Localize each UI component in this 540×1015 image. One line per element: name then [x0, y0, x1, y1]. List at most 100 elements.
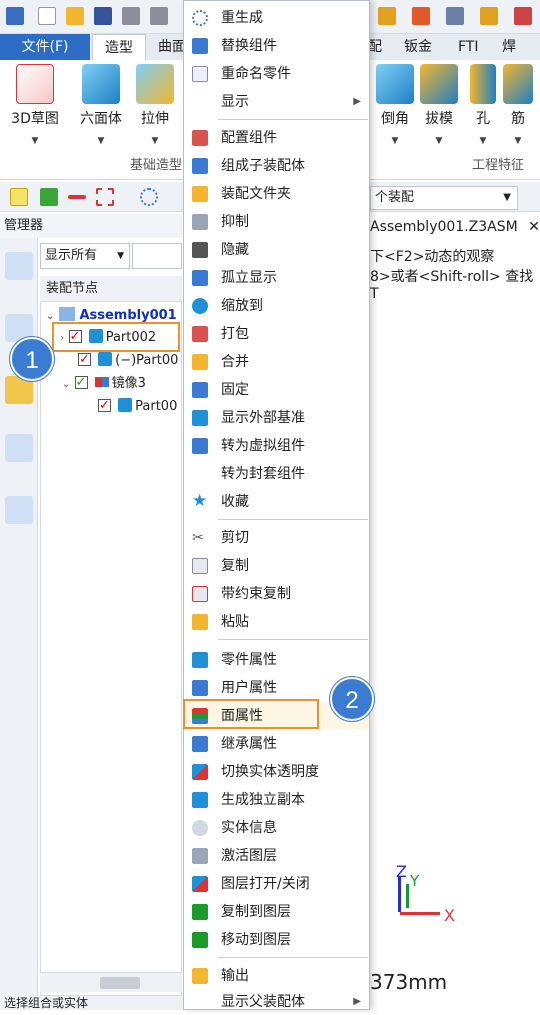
print-icon[interactable]	[122, 7, 140, 25]
menu-item-form-subassembly[interactable]: 组成子装配体	[184, 153, 369, 179]
document-tab[interactable]: Assembly001.Z3ASM ✕	[370, 216, 540, 238]
new-file-icon[interactable]	[38, 7, 56, 25]
menu-item-assembly-folder[interactable]: 装配文件夹	[184, 181, 369, 207]
menu-item-isolate[interactable]: 孤立显示	[184, 265, 369, 291]
add-icon[interactable]	[40, 188, 58, 206]
menu-item-label: 抑制	[221, 214, 249, 230]
printer-settings-icon[interactable]	[150, 7, 168, 25]
extrude-button[interactable]: 拉伸 ▼	[128, 64, 182, 146]
activate-layer-icon	[192, 848, 208, 864]
visibility-checkbox[interactable]	[74, 372, 88, 394]
tab-file[interactable]: 文件(F)	[0, 34, 90, 60]
eraser-icon[interactable]	[514, 7, 532, 25]
menu-item-make-independent-copy[interactable]: 生成独立副本	[184, 787, 369, 813]
menu-item-display[interactable]: 显示 ▶	[184, 89, 369, 115]
tree-node-part-mirror-child[interactable]: Part00	[98, 395, 177, 418]
view-manager-icon[interactable]	[5, 434, 33, 462]
hole-icon	[470, 64, 496, 104]
menu-item-configure-component[interactable]: 配置组件	[184, 125, 369, 151]
open-folder-icon[interactable]	[66, 7, 84, 25]
y-axis-line	[406, 884, 409, 908]
rib-button[interactable]: 筋 ▼	[496, 64, 540, 146]
menu-item-move-to-layer[interactable]: 移动到图层	[184, 927, 369, 953]
menu-item-cut[interactable]: ✂ 剪切	[184, 525, 369, 551]
menu-item-regenerate[interactable]: 重生成	[184, 5, 369, 31]
menu-item-label: 固定	[221, 382, 249, 398]
user-manager-icon[interactable]	[5, 496, 33, 524]
fix-icon	[192, 382, 208, 398]
search-input[interactable]	[132, 243, 182, 269]
menu-item-zoom-to[interactable]: 缩放到	[184, 293, 369, 319]
rib-label: 筋	[511, 111, 525, 127]
move-to-layer-icon	[192, 932, 208, 948]
menu-item-activate-layer[interactable]: 激活图层	[184, 843, 369, 869]
app-logo-icon[interactable]	[6, 7, 24, 25]
menu-separator	[218, 119, 368, 120]
menu-item-toggle-transparency[interactable]: 切换实体透明度	[184, 759, 369, 785]
box-select-icon[interactable]	[96, 188, 114, 206]
tab-weldment[interactable]: 焊件	[490, 34, 540, 81]
menu-item-label: 带约束复制	[221, 586, 291, 602]
menu-item-copy[interactable]: 复制	[184, 553, 369, 579]
undo-folder-icon[interactable]	[412, 7, 430, 25]
menu-item-label: 显示外部基准	[221, 410, 305, 426]
tree-node-mirror[interactable]: ⌄ 镜像3	[62, 372, 146, 395]
star-icon: ★	[192, 491, 208, 511]
save-icon[interactable]	[94, 7, 112, 25]
suppress-icon	[192, 214, 208, 230]
menu-item-merge[interactable]: 合并	[184, 349, 369, 375]
tab-sheet-metal[interactable]: 钣金	[392, 34, 444, 60]
menu-item-replace-component[interactable]: 替换组件	[184, 33, 369, 59]
document-tab-title: Assembly001.Z3ASM	[370, 219, 518, 235]
menu-item-layer-toggle[interactable]: 图层打开/关闭	[184, 871, 369, 897]
menu-item-inherit-properties[interactable]: 继承属性	[184, 731, 369, 757]
hexahedron-button[interactable]: 六面体 ▼	[74, 64, 128, 146]
menu-item-part-properties[interactable]: 零件属性	[184, 647, 369, 673]
hexahedron-label: 六面体	[80, 111, 122, 127]
menu-item-fix[interactable]: 固定	[184, 377, 369, 403]
tree-node-part-suppressed[interactable]: (−)Part00	[78, 349, 178, 372]
paste-icon	[192, 614, 208, 630]
part-icon	[118, 398, 133, 412]
assembly-filter-select[interactable]: 个装配 ▼	[370, 186, 518, 210]
tab-fti[interactable]: FTI	[446, 34, 491, 60]
menu-item-label: 组成子装配体	[221, 158, 305, 174]
remove-icon[interactable]	[68, 195, 86, 199]
menu-item-to-envelope-component[interactable]: 转为封套组件	[184, 461, 369, 487]
tree-horizontal-scrollbar[interactable]	[40, 972, 182, 992]
tab-modeling[interactable]: 造型	[92, 34, 146, 60]
scrollbar-thumb[interactable]	[100, 977, 140, 989]
display-filter-select[interactable]: 显示所有 ▼	[40, 243, 130, 269]
select-cursor-icon[interactable]	[10, 188, 28, 206]
link-tool-icon[interactable]	[446, 7, 464, 25]
manager-title: 管理器	[0, 214, 182, 238]
menu-item-paste[interactable]: 粘贴	[184, 609, 369, 635]
viewport-hint-line-2: 8>或者<Shift-roll> 查找T	[370, 269, 534, 302]
z-axis-label: Z	[396, 862, 407, 881]
visibility-checkbox[interactable]	[78, 349, 91, 371]
menu-item-show-external-datum[interactable]: 显示外部基准	[184, 405, 369, 431]
redo-tool-icon[interactable]	[480, 7, 498, 25]
lasso-select-icon[interactable]	[140, 188, 158, 206]
assembly-filter-value: 个装配	[375, 190, 415, 205]
visibility-checkbox[interactable]	[98, 395, 111, 417]
chevron-down-icon: ▼	[151, 136, 159, 146]
menu-item-pack[interactable]: 打包	[184, 321, 369, 347]
menu-item-copy-with-constraints[interactable]: 带约束复制	[184, 581, 369, 607]
viewport-hint-line-1: 下<F2>动态的观察	[370, 249, 495, 265]
menu-item-export[interactable]: 输出	[184, 963, 369, 989]
x-axis-label: X	[444, 906, 455, 925]
menu-item-hide[interactable]: 隐藏	[184, 237, 369, 263]
menu-item-favorite[interactable]: ★ 收藏	[184, 489, 369, 515]
menu-item-copy-to-layer[interactable]: 复制到图层	[184, 899, 369, 925]
menu-item-to-virtual-component[interactable]: 转为虚拟组件	[184, 433, 369, 459]
sketch-3d-button[interactable]: 3D草图 ▼	[8, 64, 62, 146]
menu-item-show-parent-assembly[interactable]: 显示父装配体 ▶	[184, 989, 369, 1011]
menu-item-entity-info[interactable]: 实体信息	[184, 815, 369, 841]
sketch-tool-icon[interactable]	[378, 7, 396, 25]
close-icon[interactable]: ✕	[528, 219, 540, 235]
menu-item-label: 缩放到	[221, 298, 263, 314]
history-tree-icon[interactable]	[5, 252, 33, 280]
menu-item-suppress[interactable]: 抑制	[184, 209, 369, 235]
menu-item-rename-part[interactable]: 重命名零件	[184, 61, 369, 87]
